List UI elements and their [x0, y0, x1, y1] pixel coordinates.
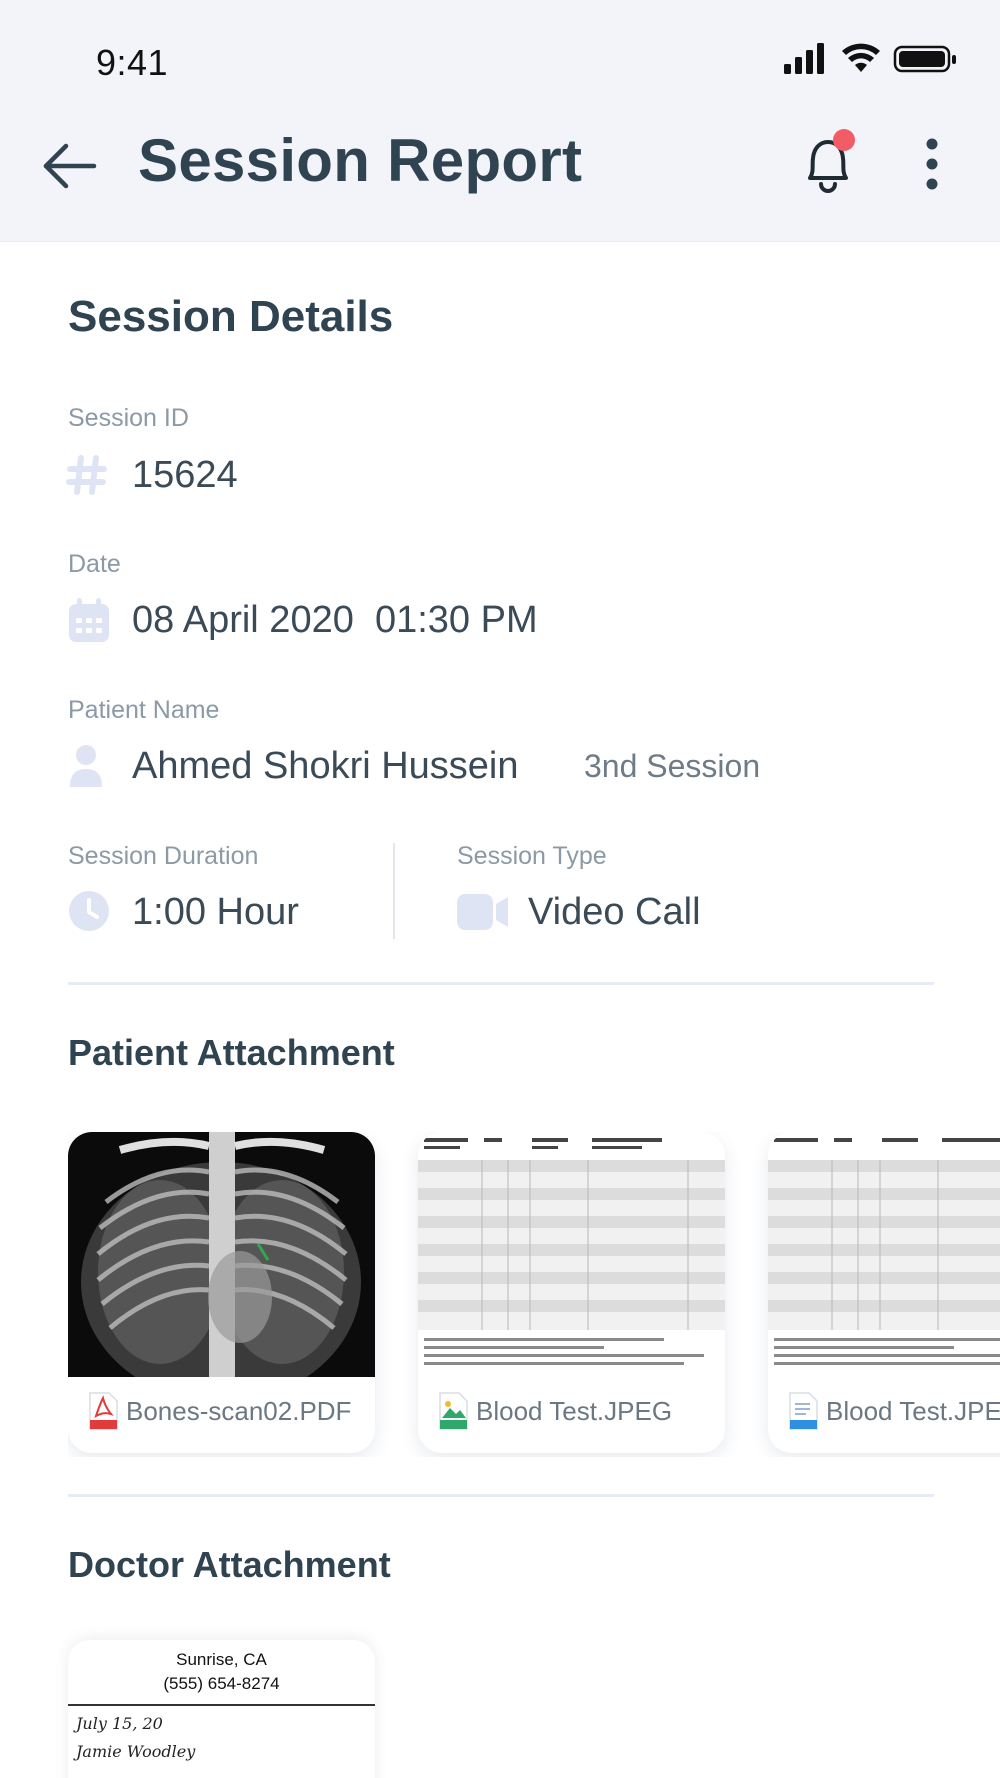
patient-attachment-list[interactable]: Bones-scan02.PDF Blood Test.JPEG Blood T… [68, 1132, 1000, 1457]
doc-handwritten-name: Jamie Woodley [76, 1742, 196, 1761]
session-id-label: Session ID [68, 404, 189, 432]
session-details-heading: Session Details [68, 292, 394, 341]
image-file-icon [439, 1392, 468, 1430]
doc-phone-line: (555) 654-8274 [163, 1674, 280, 1693]
doctor-attachment-card[interactable]: Sunrise, CA (555) 654-8274 July 15, 20 J… [68, 1640, 375, 1778]
session-count-badge: 3nd Session [584, 748, 761, 784]
status-bar: 9:41 [0, 0, 1000, 110]
back-arrow-icon[interactable] [38, 134, 102, 198]
doc-header-rule [68, 1704, 375, 1706]
hash-icon [66, 455, 107, 495]
signal-icon [784, 43, 824, 74]
session-duration-value: 1:00 Hour [132, 891, 299, 933]
more-options-icon[interactable] [908, 132, 956, 204]
doc-file-icon [789, 1392, 818, 1430]
date-label: Date [68, 550, 121, 578]
section-divider [68, 1494, 934, 1497]
attachment-file-name: Blood Test.JPEG [826, 1396, 1000, 1426]
doc-handwritten-date: July 15, 20 [76, 1714, 163, 1733]
session-type-label: Session Type [457, 842, 607, 870]
patient-attachment-heading: Patient Attachment [68, 1032, 395, 1073]
battery-icon [893, 45, 956, 73]
patient-name-label: Patient Name [68, 696, 220, 724]
session-duration-label: Session Duration [68, 842, 259, 870]
section-divider [68, 982, 934, 985]
xray-thumbnail [68, 1132, 375, 1377]
attachment-card-blood-test-doc[interactable]: Blood Test.JPEG [768, 1132, 1000, 1453]
doctor-attachment-heading: Doctor Attachment [68, 1544, 391, 1585]
status-time: 9:41 [96, 42, 169, 83]
date-value: 08 April 2020 01:30 PM [132, 599, 538, 641]
attachment-card-blood-test[interactable]: Blood Test.JPEG [418, 1132, 725, 1453]
detail-column-divider [393, 843, 395, 939]
app-bar: Session Report [0, 110, 1000, 242]
video-camera-icon [457, 894, 508, 930]
status-icons [784, 43, 956, 74]
calendar-icon [69, 598, 109, 642]
attachment-card-xray[interactable]: Bones-scan02.PDF [68, 1132, 375, 1453]
clock-icon [69, 891, 109, 931]
attachment-file-name: Blood Test.JPEG [476, 1396, 673, 1426]
notification-bell-icon[interactable] [796, 126, 860, 206]
pdf-file-icon [89, 1392, 118, 1430]
lab-report-thumbnail [418, 1132, 725, 1377]
page-title: Session Report [138, 127, 583, 194]
user-icon [70, 745, 102, 787]
session-type-value: Video Call [528, 891, 701, 933]
session-id-value: 15624 [132, 454, 238, 496]
lab-report-thumbnail [768, 1132, 1000, 1377]
wifi-icon [842, 43, 880, 72]
attachment-file-name: Bones-scan02.PDF [126, 1396, 352, 1426]
patient-name-value: Ahmed Shokri Hussein [132, 745, 519, 787]
notification-dot [833, 129, 855, 151]
doc-address-line: Sunrise, CA [176, 1650, 267, 1669]
